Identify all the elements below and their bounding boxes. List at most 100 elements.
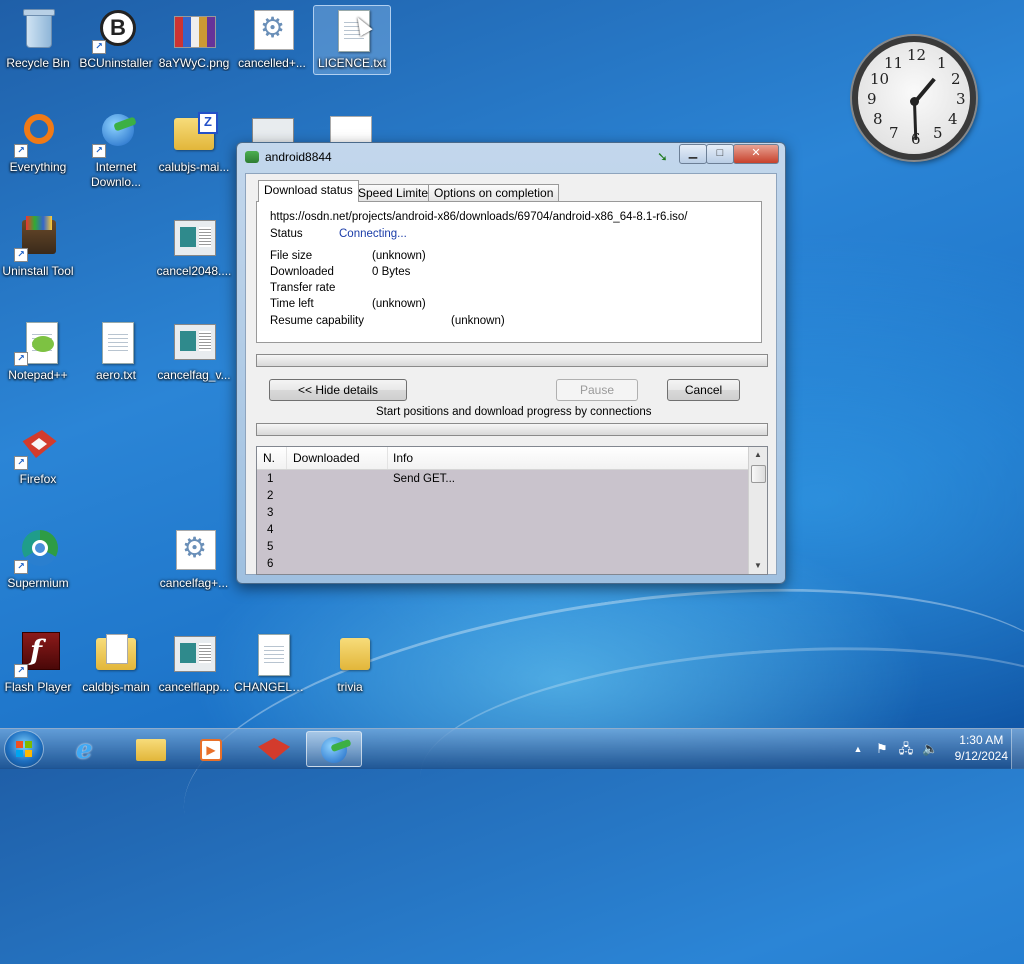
scroll-up-arrow-icon[interactable]: ▲ — [749, 447, 767, 463]
list-item[interactable]: 6 — [257, 558, 749, 574]
folder-icon — [136, 739, 166, 761]
show-desktop-button[interactable] — [1011, 729, 1024, 769]
icon-label: Firefox — [19, 472, 57, 486]
taskbar-media-player[interactable]: ▶ — [182, 731, 238, 767]
connections-progress-bar — [256, 423, 768, 436]
tab-download-status[interactable]: Download status — [258, 180, 359, 202]
pause-button[interactable]: Pause — [556, 379, 638, 401]
action-center-flag-icon[interactable]: ⚑ — [874, 741, 890, 757]
column-header-n[interactable]: N. — [263, 451, 275, 465]
folder-icon — [92, 630, 140, 678]
network-icon[interactable]: 🖧 — [898, 741, 914, 757]
downloaded-value: 0 Bytes — [372, 266, 411, 278]
cell-n: 5 — [267, 541, 274, 553]
icon-label: CHANGELO... — [234, 680, 310, 694]
hide-details-button[interactable]: << Hide details — [269, 379, 407, 401]
vertical-scrollbar[interactable]: ▲ ▼ — [748, 447, 767, 574]
clock-number: 4 — [948, 110, 958, 128]
icon-label: Internet Downlo... — [90, 160, 142, 189]
icon-label: Recycle Bin — [6, 56, 70, 70]
firefox-icon: ↗ — [14, 422, 62, 470]
column-header-downloaded[interactable]: Downloaded — [293, 451, 360, 465]
icon-label: 8aYWyC.png — [158, 56, 230, 70]
icon-label: Everything — [9, 160, 67, 174]
windows-logo-icon — [16, 741, 32, 757]
cancel-button[interactable]: Cancel — [667, 379, 740, 401]
close-button[interactable]: ✕ — [733, 144, 779, 164]
desktop-icon-calubjs[interactable]: Z calubjs-mai... — [156, 110, 232, 175]
taskbar-internet-download-manager[interactable] — [306, 731, 362, 767]
desktop-icon-cancelfag-plus[interactable]: cancelfag+... — [156, 526, 232, 591]
desktop-icon-cancelfag-v[interactable]: cancelfag_v... — [156, 318, 232, 383]
desktop-icon-flash-player[interactable]: f ↗ Flash Player — [0, 630, 76, 695]
clock-number: 2 — [951, 70, 961, 88]
taskbar-date: 9/12/2024 — [954, 749, 1008, 763]
icon-label: caldbjs-main — [82, 680, 150, 694]
desktop-icon-cancelled[interactable]: cancelled+... — [234, 6, 310, 71]
tray-overflow-arrow-icon[interactable]: ▲ — [850, 741, 866, 757]
status-panel: https://osdn.net/projects/android-x86/do… — [256, 201, 762, 343]
icon-label: cancel2048.... — [156, 264, 232, 278]
volume-muted-icon[interactable]: 🔈 — [922, 741, 938, 757]
desktop-icon-notepadpp[interactable]: ↗ Notepad++ — [0, 318, 76, 383]
scrollbar-thumb[interactable] — [751, 465, 766, 483]
icon-label: cancelfag+... — [159, 576, 229, 590]
taskbar-firefox[interactable] — [246, 731, 302, 767]
minimize-button[interactable]: ▁ — [679, 144, 707, 164]
desktop-icon-cancel2048[interactable]: cancel2048.... — [156, 214, 232, 279]
desktop-icon-licence[interactable]: LICENCE.txt — [313, 5, 391, 75]
list-item[interactable]: 1 Send GET... — [257, 473, 749, 490]
scroll-down-arrow-icon[interactable]: ▼ — [749, 558, 767, 574]
icon-label: LICENCE.txt — [317, 56, 386, 70]
icon-label: Supermium — [7, 576, 69, 590]
clock-gadget[interactable]: 12 1 2 3 4 5 6 7 8 9 10 11 — [852, 36, 976, 160]
list-item[interactable]: 5 — [257, 541, 749, 558]
desktop-icon-trivia[interactable]: trivia — [312, 630, 388, 695]
file-size-value: (unknown) — [372, 250, 426, 262]
tab-speed-limiter[interactable]: Speed Limiter — [352, 184, 439, 202]
icon-label: trivia — [337, 680, 363, 694]
download-progress-bar — [256, 354, 768, 367]
dialog-client: Download status Speed Limiter Options on… — [245, 173, 777, 575]
list-item[interactable]: 4 — [257, 524, 749, 541]
desktop-icon-aero-txt[interactable]: aero.txt — [78, 318, 154, 383]
desktop-icon-supermium[interactable]: ↗ Supermium — [0, 526, 76, 591]
app-icon — [245, 151, 259, 163]
list-item[interactable]: 2 — [257, 490, 749, 507]
icon-label: cancelflapp... — [158, 680, 230, 694]
taskbar: e ▶ ▲ ⚑ 🖧 🔈 1:30 AM 9/12/2024 — [0, 728, 1024, 769]
desktop-icon-internet-download[interactable]: ↗ Internet Downlo... — [78, 110, 154, 190]
desktop-icon-caldbjs-main[interactable]: caldbjs-main — [78, 630, 154, 695]
tab-options-on-completion[interactable]: Options on completion — [428, 184, 560, 202]
maximize-button[interactable]: □ — [706, 144, 734, 164]
desktop-icon-bcuninstaller[interactable]: B ↗ BCUninstaller — [78, 6, 154, 71]
desktop-icon-changelog[interactable]: CHANGELO... — [234, 630, 310, 695]
taskbar-internet-explorer[interactable]: e — [62, 731, 118, 767]
desktop-icon-everything[interactable]: ↗ Everything — [0, 110, 76, 175]
list-item[interactable]: 3 — [257, 507, 749, 524]
desktop-icon-uninstall-tool[interactable]: ↗ Uninstall Tool — [0, 214, 76, 279]
clock-number: 10 — [870, 70, 890, 88]
connections-list[interactable]: N. Downloaded Info 1 Send GET... 2 3 4 5… — [256, 446, 768, 575]
taskbar-explorer[interactable] — [122, 731, 178, 767]
desktop-icon-recycle-bin[interactable]: Recycle Bin — [0, 6, 76, 71]
title-bar[interactable]: android8844 ➘ ▁ □ ✕ — [237, 143, 785, 169]
icon-label: Uninstall Tool — [2, 264, 74, 278]
download-url: https://osdn.net/projects/android-x86/do… — [270, 211, 688, 223]
clock-number: 11 — [884, 54, 904, 72]
time-left-label: Time left — [270, 298, 314, 310]
desktop-icon-firefox[interactable]: ↗ Firefox — [0, 422, 76, 487]
globe-download-icon: ↗ — [92, 110, 140, 158]
time-left-value: (unknown) — [372, 298, 426, 310]
taskbar-clock[interactable]: 1:30 AM 9/12/2024 — [955, 732, 1008, 764]
zip-folder-icon: Z — [170, 110, 218, 158]
screenshot-file-icon — [170, 214, 218, 262]
recycle-bin-icon — [14, 6, 62, 54]
icon-label: aero.txt — [95, 368, 137, 382]
desktop-icon-png[interactable]: 8aYWyC.png — [156, 6, 232, 71]
desktop-icon-cancelflapp[interactable]: cancelflapp... — [156, 630, 232, 695]
taskbar-time: 1:30 AM — [959, 733, 1004, 747]
column-header-info[interactable]: Info — [393, 451, 413, 465]
start-button[interactable] — [4, 730, 44, 768]
shortcut-arrow-icon: ↗ — [92, 144, 106, 158]
